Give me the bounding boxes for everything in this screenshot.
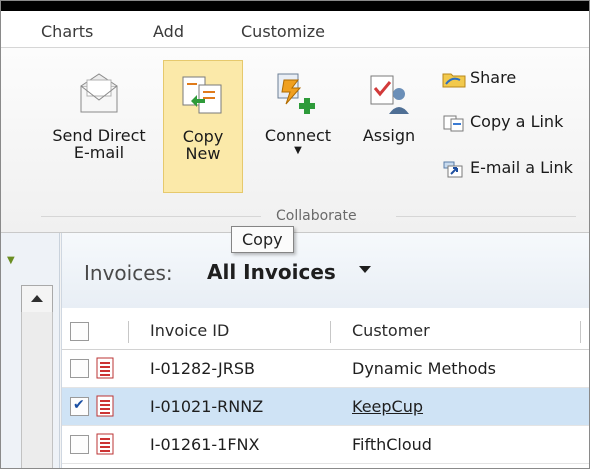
customer-cell[interactable]: FifthCloud	[352, 435, 432, 454]
invoice-id-cell: I-01021-RNNZ	[150, 397, 264, 416]
view-selector[interactable]: All Invoices	[207, 260, 336, 284]
table-row[interactable]: I-01021-RNNZ KeepCup	[62, 388, 589, 426]
row-checkbox[interactable]	[70, 397, 89, 416]
share-label: Share	[470, 68, 517, 87]
crm-window: Charts Add Customize Send Direct E-mail	[0, 0, 590, 469]
invoice-document-icon	[96, 395, 114, 417]
view-header: Invoices: All Invoices	[62, 233, 589, 308]
view-label: Invoices:	[84, 261, 173, 285]
tab-charts[interactable]: Charts	[41, 22, 93, 41]
collaborate-group-label: Collaborate	[276, 208, 357, 224]
copy-new-label-line2: New	[185, 144, 221, 163]
rail-expand-arrow-icon[interactable]: ▼	[7, 255, 15, 266]
ribbon-tab-bar: Charts Add Customize	[1, 11, 589, 48]
left-navigation-rail: ▼	[1, 233, 60, 468]
send-direct-email-label-line2: E-mail	[73, 143, 125, 162]
assign-icon	[370, 75, 409, 114]
copy-tooltip: Copy	[231, 226, 294, 253]
invoice-id-cell: I-01261-1FNX	[150, 435, 260, 454]
table-row[interactable]: I-01261-1FNX FifthCloud	[62, 426, 589, 464]
connect-dropdown-arrow-icon[interactable]: ▼	[255, 144, 341, 158]
row-checkbox[interactable]	[70, 435, 89, 454]
invoice-document-icon	[96, 357, 114, 379]
send-direct-email-button[interactable]: Send Direct E-mail	[39, 70, 159, 161]
connect-label: Connect	[264, 126, 332, 145]
tab-customize[interactable]: Customize	[241, 22, 325, 41]
assign-button[interactable]: Assign	[353, 70, 425, 144]
group-divider-right	[396, 216, 576, 217]
row-checkbox[interactable]	[70, 359, 89, 378]
copy-new-label-line1: Copy	[182, 127, 224, 146]
invoice-list-pane: Invoices: All Invoices Invoice ID Custom…	[61, 233, 589, 468]
share-folder-icon	[442, 73, 466, 87]
column-separator[interactable]	[580, 321, 581, 343]
ribbon: Send Direct E-mail Copy New Connect ▼ As…	[1, 48, 589, 233]
share-button[interactable]: Share	[442, 68, 516, 88]
scrollbar-track[interactable]	[21, 312, 53, 468]
view-dropdown-caret-icon[interactable]	[359, 266, 371, 273]
window-top-edge	[1, 1, 589, 11]
invoice-document-icon	[96, 433, 114, 455]
email-a-link-button[interactable]: E-mail a Link	[442, 158, 573, 178]
scroll-up-button[interactable]	[21, 285, 53, 313]
connect-button[interactable]: Connect ▼	[255, 70, 341, 158]
send-direct-email-label-line1: Send Direct	[52, 126, 146, 145]
grid-header: Invoice ID Customer	[62, 313, 589, 350]
copy-document-icon	[182, 76, 222, 114]
copy-link-icon	[443, 115, 464, 131]
group-divider-left	[41, 216, 261, 217]
column-separator[interactable]	[330, 321, 331, 343]
copy-new-button[interactable]: Copy New	[163, 60, 243, 193]
customer-link[interactable]: KeepCup	[352, 397, 423, 416]
tab-add[interactable]: Add	[153, 22, 184, 41]
invoice-id-cell: I-01282-JRSB	[150, 359, 256, 378]
assign-label: Assign	[362, 126, 416, 145]
envelope-icon	[80, 73, 118, 113]
customer-cell[interactable]: Dynamic Methods	[352, 359, 496, 378]
select-all-checkbox[interactable]	[70, 322, 89, 341]
connect-icon	[277, 73, 315, 114]
table-row[interactable]: I-01282-JRSB Dynamic Methods	[62, 350, 589, 388]
copy-a-link-button[interactable]: Copy a Link	[442, 112, 563, 132]
column-header-customer[interactable]: Customer	[352, 321, 430, 340]
column-separator[interactable]	[128, 321, 129, 343]
copy-a-link-label: Copy a Link	[470, 112, 564, 131]
column-header-invoice-id[interactable]: Invoice ID	[150, 321, 229, 340]
email-a-link-label: E-mail a Link	[470, 158, 573, 177]
email-link-icon	[443, 161, 463, 177]
